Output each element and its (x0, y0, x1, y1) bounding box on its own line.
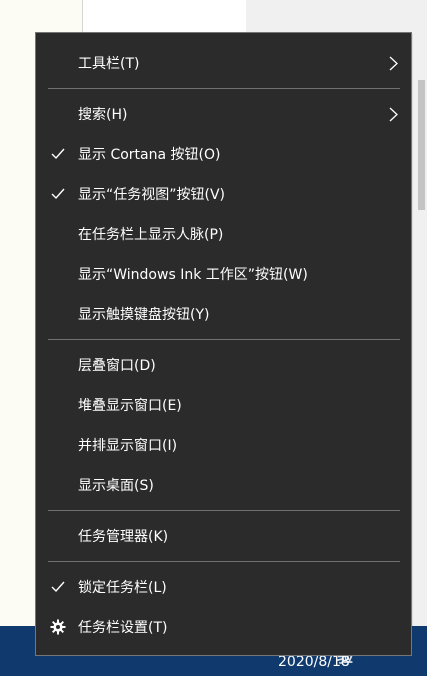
menu-item-label: 在任务栏上显示人脉(P) (78, 227, 224, 243)
menu-separator (48, 88, 400, 89)
menu-item-taskbar-settings[interactable]: 任务栏设置(T) (36, 607, 411, 647)
menu-item-label: 堆叠显示窗口(E) (78, 398, 182, 414)
taskbar-context-menu: 工具栏(T) 搜索(H) 显示 Cortana 按钮(O) 显示“任务视图”按钮… (35, 32, 412, 656)
menu-item-lock-taskbar[interactable]: 锁定任务栏(L) (36, 567, 411, 607)
menu-item-stack-windows[interactable]: 堆叠显示窗口(E) (36, 385, 411, 425)
menu-item-label: 锁定任务栏(L) (78, 580, 167, 596)
menu-separator (48, 561, 400, 562)
menu-separator (48, 339, 400, 340)
chevron-right-icon (388, 55, 398, 71)
menu-item-label: 并排显示窗口(I) (78, 438, 178, 454)
menu-item-show-people[interactable]: 在任务栏上显示人脉(P) (36, 214, 411, 254)
menu-item-label: 层叠窗口(D) (78, 358, 156, 374)
menu-item-show-desktop[interactable]: 显示桌面(S) (36, 465, 411, 505)
menu-item-label: 任务管理器(K) (78, 529, 169, 545)
menu-item-label: 显示“任务视图”按钮(V) (78, 187, 226, 203)
menu-item-label: 显示桌面(S) (78, 478, 154, 494)
menu-item-show-windows-ink[interactable]: 显示“Windows Ink 工作区”按钮(W) (36, 254, 411, 294)
menu-item-search[interactable]: 搜索(H) (36, 94, 411, 134)
background-window (82, 0, 247, 34)
menu-item-show-task-view[interactable]: 显示“任务视图”按钮(V) (36, 174, 411, 214)
menu-item-toolbars[interactable]: 工具栏(T) (36, 43, 411, 83)
checkmark-icon (50, 579, 66, 595)
menu-item-label: 任务栏设置(T) (78, 620, 168, 636)
checkmark-icon (50, 146, 66, 162)
menu-item-cascade-windows[interactable]: 层叠窗口(D) (36, 345, 411, 385)
background-panel (246, 0, 427, 34)
chevron-right-icon (388, 106, 398, 122)
menu-item-label: 显示触摸键盘按钮(Y) (78, 307, 210, 323)
menu-item-task-manager[interactable]: 任务管理器(K) (36, 516, 411, 556)
menu-item-show-cortana[interactable]: 显示 Cortana 按钮(O) (36, 134, 411, 174)
menu-item-show-touch-keyboard[interactable]: 显示触摸键盘按钮(Y) (36, 294, 411, 334)
menu-item-label: 工具栏(T) (78, 56, 140, 72)
scrollbar-thumb[interactable] (418, 80, 425, 210)
menu-item-label: 显示“Windows Ink 工作区”按钮(W) (78, 267, 308, 283)
menu-item-label: 显示 Cortana 按钮(O) (78, 147, 221, 163)
gear-icon (50, 619, 66, 635)
checkmark-icon (50, 186, 66, 202)
menu-item-side-by-side[interactable]: 并排显示窗口(I) (36, 425, 411, 465)
menu-item-label: 搜索(H) (78, 107, 128, 123)
menu-separator (48, 510, 400, 511)
